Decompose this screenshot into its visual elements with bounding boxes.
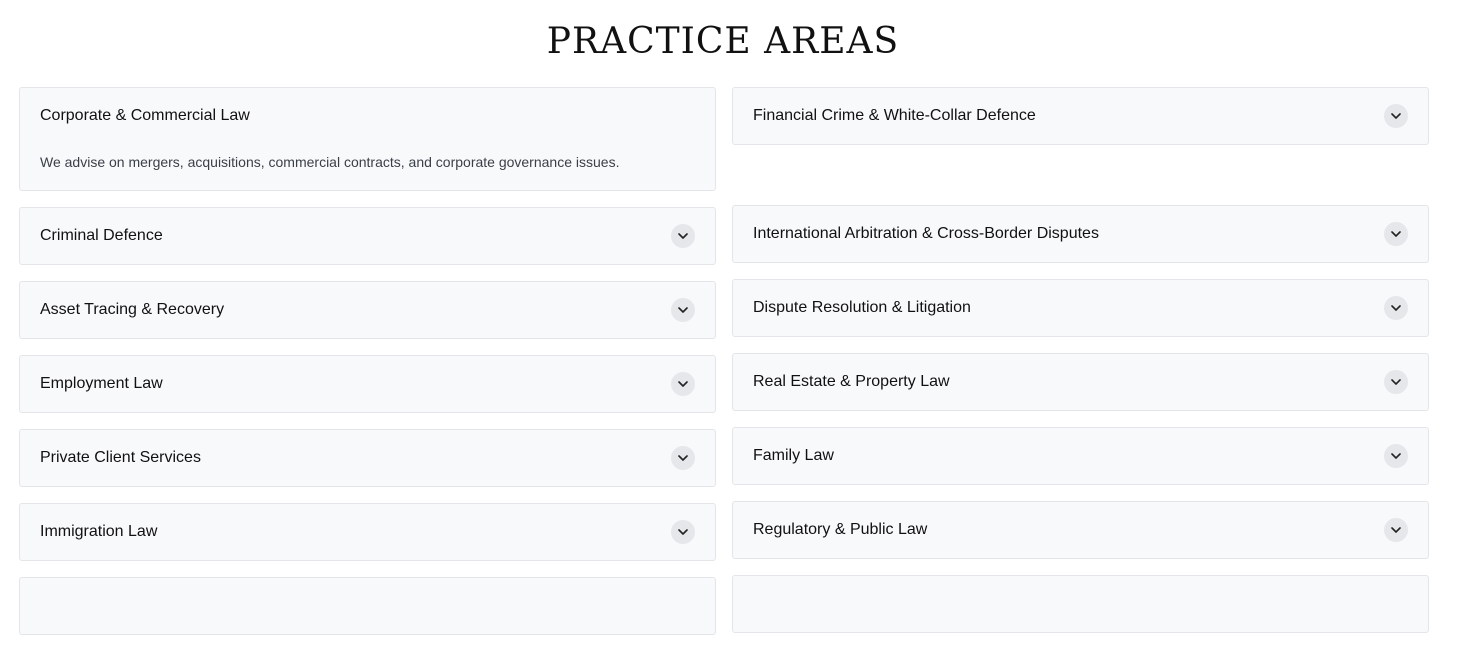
accordion-title: Immigration Law bbox=[40, 523, 158, 540]
accordion-item-financial-crime: Financial Crime & White-Collar Defence bbox=[732, 87, 1429, 145]
accordion-header[interactable]: Criminal Defence bbox=[20, 208, 715, 264]
accordion-header[interactable]: Immigration Law bbox=[20, 504, 715, 560]
accordion-title: Criminal Defence bbox=[40, 227, 163, 244]
accordion-title: Dispute Resolution & Litigation bbox=[753, 299, 971, 316]
accordion-header[interactable] bbox=[733, 576, 1428, 632]
accordion-item-regulatory-public-law: Regulatory & Public Law bbox=[732, 501, 1429, 559]
chevron-down-icon[interactable] bbox=[671, 372, 695, 396]
practice-areas-right-column: Financial Crime & White-Collar Defence I… bbox=[732, 87, 1429, 649]
accordion-content: We advise on mergers, acquisitions, comm… bbox=[40, 154, 620, 170]
chevron-down-icon[interactable] bbox=[1384, 104, 1408, 128]
accordion-header[interactable]: Employment Law bbox=[20, 356, 715, 412]
accordion-header[interactable]: International Arbitration & Cross-Border… bbox=[733, 206, 1428, 262]
chevron-down-icon[interactable] bbox=[671, 446, 695, 470]
accordion-header[interactable]: Dispute Resolution & Litigation bbox=[733, 280, 1428, 336]
accordion-item-family-law: Family Law bbox=[732, 427, 1429, 485]
accordion-header[interactable]: Corporate & Commercial Law bbox=[20, 88, 715, 144]
chevron-down-icon[interactable] bbox=[671, 520, 695, 544]
accordion-item-partial bbox=[732, 575, 1429, 633]
accordion-header[interactable] bbox=[20, 578, 715, 634]
accordion-title: Family Law bbox=[753, 447, 834, 464]
chevron-down-icon[interactable] bbox=[1384, 296, 1408, 320]
accordion-title: Employment Law bbox=[40, 375, 163, 392]
chevron-down-icon[interactable] bbox=[1384, 518, 1408, 542]
accordion-header[interactable]: Private Client Services bbox=[20, 430, 715, 486]
accordion-title: Private Client Services bbox=[40, 449, 201, 466]
accordion-item-international-arbitration: International Arbitration & Cross-Border… bbox=[732, 205, 1429, 263]
accordion-header[interactable]: Asset Tracing & Recovery bbox=[20, 282, 715, 338]
accordion-header[interactable]: Family Law bbox=[733, 428, 1428, 484]
accordion-item-employment-law: Employment Law bbox=[19, 355, 716, 413]
practice-areas-left-column: Corporate & Commercial Law We advise on … bbox=[19, 87, 716, 651]
accordion-header[interactable]: Real Estate & Property Law bbox=[733, 354, 1428, 410]
accordion-header[interactable]: Regulatory & Public Law bbox=[733, 502, 1428, 558]
accordion-title: Regulatory & Public Law bbox=[753, 521, 928, 538]
accordion-title: Asset Tracing & Recovery bbox=[40, 301, 225, 318]
accordion-item-dispute-resolution: Dispute Resolution & Litigation bbox=[732, 279, 1429, 337]
chevron-down-icon[interactable] bbox=[671, 298, 695, 322]
accordion-item-private-client-services: Private Client Services bbox=[19, 429, 716, 487]
accordion-item-partial bbox=[19, 577, 716, 635]
accordion-item-real-estate-property: Real Estate & Property Law bbox=[732, 353, 1429, 411]
accordion-item-corporate-commercial-law: Corporate & Commercial Law We advise on … bbox=[19, 87, 716, 191]
accordion-title: Real Estate & Property Law bbox=[753, 373, 950, 390]
accordion-header[interactable]: Financial Crime & White-Collar Defence bbox=[733, 88, 1428, 144]
accordion-item-immigration-law: Immigration Law bbox=[19, 503, 716, 561]
accordion-item-asset-tracing-recovery: Asset Tracing & Recovery bbox=[19, 281, 716, 339]
page-title: PRACTICE AREAS bbox=[546, 21, 900, 63]
chevron-down-icon[interactable] bbox=[1384, 444, 1408, 468]
chevron-down-icon[interactable] bbox=[1384, 370, 1408, 394]
accordion-item-criminal-defence: Criminal Defence bbox=[19, 207, 716, 265]
accordion-title: Financial Crime & White-Collar Defence bbox=[753, 107, 1036, 124]
accordion-title: Corporate & Commercial Law bbox=[40, 107, 250, 124]
chevron-down-icon[interactable] bbox=[1384, 222, 1408, 246]
chevron-down-icon[interactable] bbox=[671, 224, 695, 248]
accordion-title: International Arbitration & Cross-Border… bbox=[753, 225, 1099, 242]
